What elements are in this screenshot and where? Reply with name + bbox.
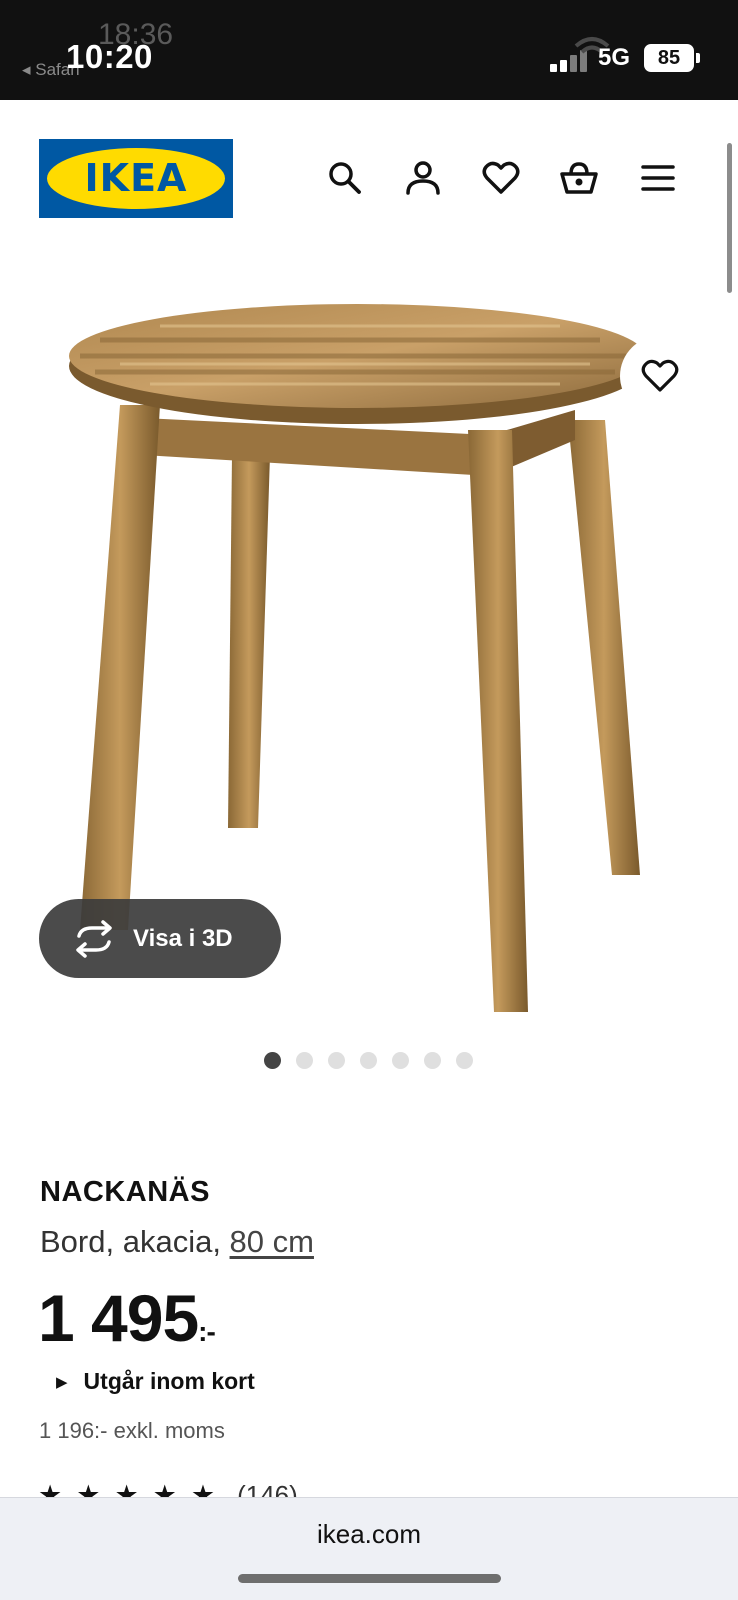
favourites-heart-icon[interactable] [481, 158, 521, 198]
basket-icon[interactable] [559, 158, 599, 198]
logo-text: IKEA [84, 156, 188, 200]
gallery-dot[interactable] [392, 1052, 409, 1069]
search-icon[interactable] [325, 158, 365, 198]
status-time: 10:20 [66, 38, 153, 75]
url-label[interactable]: ikea.com [0, 1519, 738, 1550]
stock-status-label: Utgår inom kort [83, 1368, 255, 1394]
rotate-3d-icon [76, 919, 112, 958]
view-in-3d-button[interactable]: Visa i 3D [39, 899, 281, 978]
home-indicator[interactable] [238, 1574, 501, 1583]
gallery-pagination[interactable] [264, 1052, 473, 1072]
product-price: 1 495:- [38, 1280, 216, 1356]
account-icon[interactable] [403, 158, 443, 198]
product-name: NACKANÄS [40, 1176, 210, 1208]
gallery-dot[interactable] [424, 1052, 441, 1069]
price-suffix: :- [198, 1316, 216, 1347]
battery-icon: 85 [644, 44, 694, 72]
product-description: Bord, akacia, 80 cm [40, 1224, 314, 1260]
menu-icon[interactable] [638, 158, 678, 198]
price-amount: 1 495 [38, 1281, 199, 1355]
price-ex-vat: 1 196:- exkl. moms [39, 1418, 225, 1443]
gallery-dot[interactable] [264, 1052, 281, 1069]
product-type: Bord, akacia, [40, 1224, 230, 1259]
page-scrollbar[interactable] [727, 143, 732, 293]
size-link[interactable]: 80 cm [230, 1224, 314, 1259]
view-in-3d-label: Visa i 3D [133, 924, 233, 952]
gallery-dot[interactable] [456, 1052, 473, 1069]
stock-status-toggle[interactable]: ▶ Utgår inom kort [56, 1368, 255, 1395]
gallery-dot[interactable] [296, 1052, 313, 1069]
ikea-logo[interactable]: IKEA [39, 139, 233, 218]
battery-tip [696, 53, 700, 63]
network-type: 5G [598, 44, 631, 71]
caret-right-icon: ▶ [56, 1373, 68, 1391]
status-bar: 18:36 ◂ Safari 10:20 5G 85 [0, 0, 738, 100]
gallery-dot[interactable] [360, 1052, 377, 1069]
gallery-dot[interactable] [328, 1052, 345, 1069]
add-to-favourites-button[interactable] [620, 336, 700, 416]
heart-icon [641, 359, 679, 392]
